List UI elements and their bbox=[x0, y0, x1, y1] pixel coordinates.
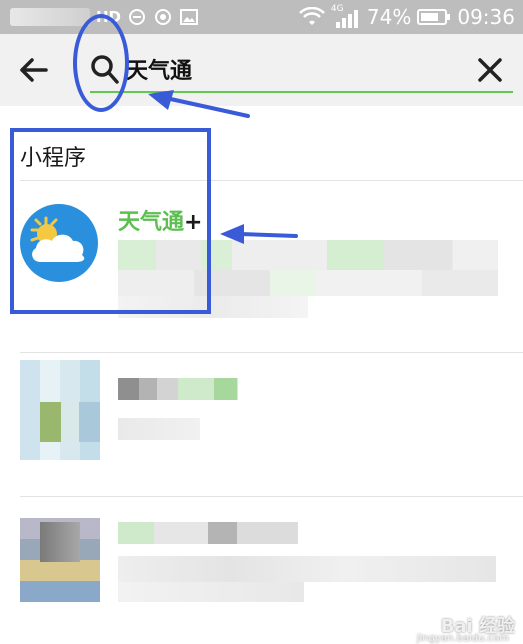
weather-app-avatar[interactable] bbox=[20, 204, 98, 282]
watermark-url: jingyan.baidu.com bbox=[416, 633, 509, 644]
search-results: 小程序 天气通+ Bai 经验 jingyan.baidu.com bbox=[0, 106, 523, 644]
status-left: HD bbox=[10, 7, 199, 27]
sun-cloud-icon bbox=[30, 216, 85, 262]
blurred-title bbox=[118, 378, 248, 400]
data-saver-icon bbox=[129, 9, 146, 25]
image-icon bbox=[180, 9, 199, 25]
back-arrow-icon[interactable] bbox=[16, 54, 50, 86]
battery-percent: 74% bbox=[366, 5, 412, 29]
battery-icon bbox=[417, 9, 451, 25]
blurred-subtitle bbox=[118, 556, 496, 582]
divider bbox=[20, 496, 523, 497]
status-right: 4G 74% 09:36 bbox=[299, 4, 515, 29]
signal-icon bbox=[335, 10, 358, 28]
search-bar bbox=[0, 34, 523, 106]
blurred-title bbox=[118, 522, 298, 544]
search-underline bbox=[90, 91, 513, 93]
wifi-icon bbox=[299, 7, 325, 25]
mini-program-name[interactable]: 天气通+ bbox=[118, 204, 202, 236]
clock: 09:36 bbox=[457, 5, 515, 29]
magnifier-icon[interactable] bbox=[90, 53, 120, 85]
mini-program-name-suffix: + bbox=[184, 210, 203, 235]
status-bar: HD 4G 74% 09:36 bbox=[0, 0, 523, 34]
mini-program-name-text: 天气通 bbox=[118, 210, 185, 235]
close-icon[interactable] bbox=[476, 56, 504, 84]
target-icon bbox=[155, 9, 172, 25]
divider bbox=[20, 180, 523, 181]
divider bbox=[20, 352, 523, 353]
search-input[interactable] bbox=[126, 52, 446, 86]
cell-signal: 4G bbox=[331, 4, 361, 28]
section-title: 小程序 bbox=[20, 146, 87, 171]
carrier-label: HD bbox=[96, 8, 122, 26]
blurred-subtitle bbox=[118, 418, 200, 440]
notification-blur bbox=[10, 8, 90, 26]
